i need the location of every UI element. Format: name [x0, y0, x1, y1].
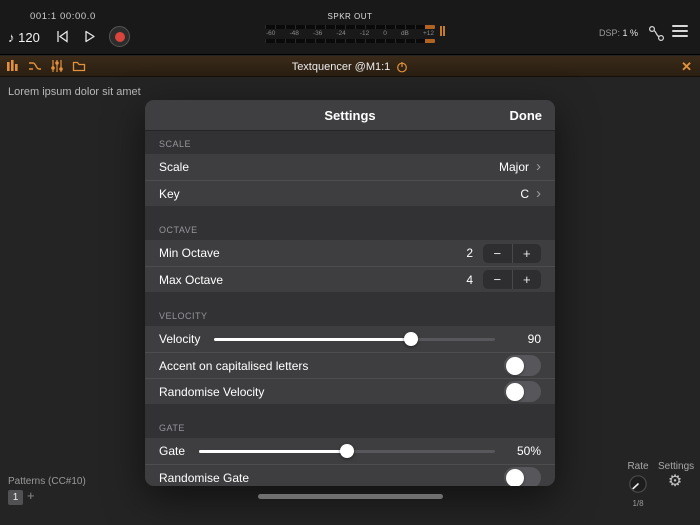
- section-header-velocity: VELOCITY: [159, 311, 208, 321]
- transport-buttons: [55, 26, 130, 47]
- velocity-group: Velocity 90 Accent on capitalised letter…: [145, 326, 555, 404]
- settings-modal: Settings Done SCALE Scale Major › Key C …: [145, 100, 555, 486]
- rewind-button[interactable]: [55, 29, 70, 44]
- done-button[interactable]: Done: [510, 100, 543, 131]
- routing-button[interactable]: [647, 24, 666, 43]
- pattern-1-button[interactable]: 1: [8, 490, 23, 505]
- scale-group: Scale Major › Key C ›: [145, 154, 555, 206]
- velocity-row: Velocity 90: [159, 332, 541, 346]
- close-plugin-button[interactable]: ✕: [681, 58, 692, 75]
- gate-group: Gate 50% Randomise Gate: [145, 438, 555, 486]
- rate-value: 1/8: [632, 499, 644, 508]
- tempo-display[interactable]: ♪ 120: [8, 30, 40, 45]
- gate-row: Gate 50%: [159, 444, 541, 458]
- skip-to-start-icon: [57, 30, 68, 43]
- app-screen: 001:1 00:00.0 ♪ 120 SPKR OUT -60 -48 -36…: [0, 0, 700, 525]
- key-row[interactable]: Key C ›: [145, 180, 555, 206]
- increment-button[interactable]: +: [511, 243, 542, 263]
- play-button[interactable]: [82, 29, 97, 44]
- octave-group: Min Octave 2 − + Max Octave 4 − +: [145, 240, 555, 292]
- record-icon: [114, 31, 125, 42]
- plugin-title: Textquencer @M1:1: [291, 60, 391, 73]
- velocity-slider[interactable]: [214, 332, 495, 346]
- accent-toggle[interactable]: [504, 355, 541, 376]
- randomise-velocity-toggle[interactable]: [504, 381, 541, 402]
- min-octave-stepper: − +: [483, 243, 542, 263]
- slider-knob[interactable]: [340, 444, 354, 458]
- meter-bar-left: [265, 25, 435, 29]
- gate-value: 50%: [516, 444, 541, 458]
- horizontal-scrollbar[interactable]: [258, 494, 443, 499]
- plugin-header-bar: Textquencer @M1:1 ✕: [0, 56, 700, 77]
- transport-bar: 001:1 00:00.0 ♪ 120 SPKR OUT -60 -48 -36…: [0, 0, 700, 55]
- meter-clip-indicator: [440, 26, 445, 36]
- min-octave-row: Min Octave 2 − +: [145, 240, 555, 266]
- meter-scale: -60 -48 -36 -24 -12 0 dB +12: [266, 30, 434, 37]
- slider-knob[interactable]: [403, 332, 418, 346]
- record-button[interactable]: [109, 26, 130, 47]
- menu-button[interactable]: [672, 25, 688, 40]
- scale-value: Major: [498, 160, 529, 174]
- scale-row[interactable]: Scale Major ›: [145, 154, 555, 180]
- plugin-title-bar[interactable]: Textquencer @M1:1: [0, 56, 700, 77]
- key-value: C: [520, 186, 529, 201]
- min-octave-value: 2: [466, 246, 473, 260]
- max-octave-value: 4: [466, 272, 473, 287]
- sequencer-text-content[interactable]: Lorem ipsum dolor sit amet: [8, 86, 141, 98]
- randomise-gate-toggle[interactable]: [504, 467, 541, 486]
- add-pattern-button[interactable]: +: [27, 488, 35, 503]
- section-header-octave: OCTAVE: [159, 225, 198, 235]
- section-header-gate: GATE: [159, 423, 185, 433]
- chevron-right-icon: ›: [536, 184, 541, 202]
- max-octave-stepper: − +: [483, 270, 541, 289]
- rate-control: Rate 1/8: [621, 461, 655, 508]
- randomise-gate-row: Randomise Gate: [145, 464, 555, 486]
- play-icon: [85, 30, 95, 43]
- section-header-scale: SCALE: [159, 139, 192, 149]
- settings-label: Settings: [658, 461, 695, 472]
- output-meter[interactable]: SPKR OUT -60 -48 -36 -24 -12 0 dB +12: [265, 12, 445, 43]
- settings-control: Settings ⚙: [658, 461, 695, 492]
- gear-icon[interactable]: ⚙: [668, 472, 682, 492]
- gate-slider[interactable]: [199, 444, 495, 458]
- max-octave-row: Max Octave 4 − +: [145, 266, 555, 292]
- routing-nodes-icon: [648, 25, 665, 42]
- rate-knob-icon[interactable]: [628, 474, 648, 494]
- decrement-button[interactable]: −: [483, 244, 512, 263]
- modal-header: Settings Done: [145, 100, 555, 131]
- decrement-button[interactable]: −: [483, 270, 512, 289]
- accent-row: Accent on capitalised letters: [145, 352, 555, 378]
- output-label: SPKR OUT: [327, 12, 373, 21]
- modal-title: Settings: [324, 107, 376, 123]
- randomise-velocity-row: Randomise Velocity: [145, 378, 555, 404]
- metronome-icon: ♪: [8, 30, 15, 45]
- patterns-label: Patterns (CC#10): [8, 476, 86, 487]
- time-display: 001:1 00:00.0: [30, 11, 96, 22]
- increment-button[interactable]: +: [511, 270, 542, 289]
- velocity-value: 90: [527, 332, 541, 346]
- dsp-readout: DSP: 1 %: [598, 28, 638, 38]
- meter-bar-right: [265, 39, 435, 43]
- chevron-right-icon: ›: [536, 158, 541, 175]
- power-icon[interactable]: [396, 61, 408, 73]
- rate-label: Rate: [627, 461, 649, 472]
